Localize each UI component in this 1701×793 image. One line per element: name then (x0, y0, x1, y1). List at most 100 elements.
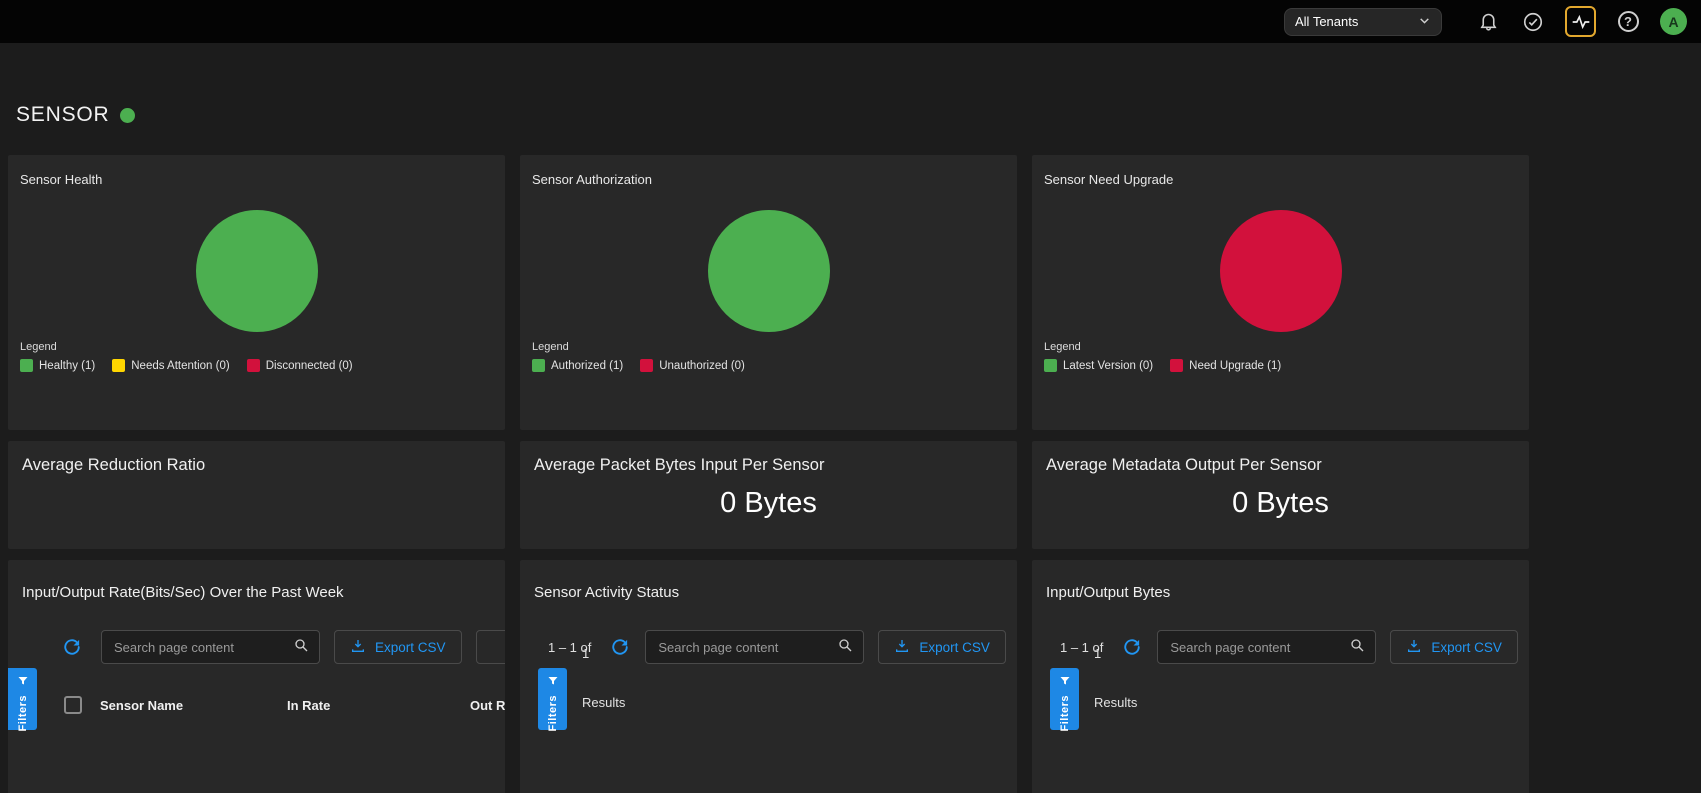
card-average-reduction-ratio: Average Reduction Ratio (8, 441, 505, 549)
app-screen: All Tenants A SENSOR Sensor Health (0, 0, 1701, 793)
card-title: Input/Output Rate(Bits/Sec) Over the Pas… (8, 560, 505, 601)
legend-item: Unauthorized (0) (640, 359, 745, 372)
filters-tab[interactable]: Filters (538, 668, 567, 730)
export-csv-label: Export CSV (919, 640, 990, 655)
search-box[interactable] (1157, 630, 1376, 664)
search-input[interactable] (1168, 639, 1349, 656)
filter-icon (547, 674, 559, 692)
filter-icon (1059, 674, 1071, 692)
legend-title: Legend (1044, 341, 1281, 353)
card-title: Sensor Need Upgrade (1032, 155, 1529, 187)
card-title: Average Reduction Ratio (8, 441, 505, 475)
card-title: Average Packet Bytes Input Per Sensor (520, 441, 1017, 475)
legend-label: Unauthorized (0) (659, 360, 745, 372)
legend-swatch (1170, 359, 1183, 372)
legend-label: Healthy (1) (39, 360, 95, 372)
export-csv-label: Export CSV (375, 640, 446, 655)
legend-item: Latest Version (0) (1044, 359, 1153, 372)
pie-chart[interactable] (1220, 210, 1342, 332)
legend-label: Authorized (1) (551, 360, 623, 372)
table-header: Sensor Name In Rate Out Rate (8, 696, 505, 716)
avatar[interactable]: A (1660, 8, 1687, 35)
legend-item: Need Upgrade (1) (1170, 359, 1281, 372)
metric-value: 0 Bytes (520, 487, 1017, 520)
card-sensor-need-upgrade: Sensor Need Upgrade Legend Latest Versio… (1032, 155, 1529, 430)
search-icon (1349, 637, 1365, 658)
status-dot (120, 108, 135, 123)
results-label: Results (1094, 695, 1137, 710)
card-io-bytes: Input/Output Bytes 1 – 1 of Export CSV (1032, 560, 1529, 793)
legend-item: Authorized (1) (532, 359, 623, 372)
tenant-selector-label: All Tenants (1295, 14, 1358, 29)
legend-swatch (112, 359, 125, 372)
filter-icon (17, 674, 29, 692)
export-csv-button[interactable]: Export CSV (334, 630, 462, 664)
table-toolbar: Export CSV (8, 630, 505, 664)
notifications-bell-icon[interactable] (1475, 9, 1501, 35)
search-icon (293, 637, 309, 658)
filters-label: Filters (547, 695, 559, 732)
card-average-metadata-output: Average Metadata Output Per Sensor 0 Byt… (1032, 441, 1529, 549)
search-input[interactable] (112, 639, 293, 656)
search-icon (837, 637, 853, 658)
card-title: Sensor Activity Status (520, 560, 1017, 601)
legend-swatch (1044, 359, 1057, 372)
card-sensor-health: Sensor Health Legend Healthy (1) Needs A… (8, 155, 505, 430)
filters-tab[interactable]: Filters (1050, 668, 1079, 730)
legend-swatch (532, 359, 545, 372)
tenant-selector[interactable]: All Tenants (1284, 8, 1442, 36)
legend-title: Legend (20, 341, 353, 353)
card-sensor-authorization: Sensor Authorization Legend Authorized (… (520, 155, 1017, 430)
results-label: Results (582, 695, 625, 710)
pie-chart[interactable] (196, 210, 318, 332)
download-icon (350, 638, 366, 657)
page-title: SENSOR (16, 103, 110, 127)
legend: Legend Authorized (1) Unauthorized (0) (532, 341, 745, 372)
filters-label: Filters (1059, 695, 1071, 732)
export-csv-button[interactable]: Export CSV (1390, 630, 1518, 664)
help-icon[interactable] (1615, 9, 1641, 35)
column-header-sensor-name[interactable]: Sensor Name (100, 698, 183, 713)
download-icon (1406, 638, 1422, 657)
legend-swatch (640, 359, 653, 372)
legend-swatch (20, 359, 33, 372)
page-header: SENSOR (16, 103, 1701, 127)
legend-label: Need Upgrade (1) (1189, 360, 1281, 372)
column-header-out-rate[interactable]: Out Rate (470, 698, 505, 713)
pie-chart[interactable] (708, 210, 830, 332)
legend-swatch (247, 359, 260, 372)
results-count: 1 (1094, 646, 1137, 661)
download-icon (894, 638, 910, 657)
sensor-activity-icon[interactable] (1565, 6, 1596, 37)
topbar: All Tenants A (0, 0, 1701, 43)
card-sensor-activity-status: Sensor Activity Status 1 – 1 of Export (520, 560, 1017, 793)
results-summary: 1 Results (582, 646, 625, 710)
card-average-packet-bytes: Average Packet Bytes Input Per Sensor 0 … (520, 441, 1017, 549)
results-count: 1 (582, 646, 625, 661)
search-box[interactable] (645, 630, 864, 664)
legend: Legend Latest Version (0) Need Upgrade (… (1044, 341, 1281, 372)
chevron-down-icon (1418, 14, 1431, 30)
dashboard-grid: Sensor Health Legend Healthy (1) Needs A… (8, 155, 1701, 793)
select-all-checkbox[interactable] (64, 696, 82, 714)
legend-item: Needs Attention (0) (112, 359, 229, 372)
legend: Legend Healthy (1) Needs Attention (0) D… (20, 341, 353, 372)
legend-item: Disconnected (0) (247, 359, 353, 372)
card-title: Sensor Health (8, 155, 505, 187)
clipped-button[interactable] (476, 630, 505, 664)
card-title: Average Metadata Output Per Sensor (1032, 441, 1529, 475)
column-header-in-rate[interactable]: In Rate (287, 698, 330, 713)
search-input[interactable] (656, 639, 837, 656)
tasks-check-circle-icon[interactable] (1520, 9, 1546, 35)
legend-label: Disconnected (0) (266, 360, 353, 372)
legend-label: Latest Version (0) (1063, 360, 1153, 372)
card-title: Sensor Authorization (520, 155, 1017, 187)
export-csv-label: Export CSV (1431, 640, 1502, 655)
refresh-icon[interactable] (63, 638, 81, 656)
legend-title: Legend (532, 341, 745, 353)
legend-item: Healthy (1) (20, 359, 95, 372)
metric-value: 0 Bytes (1032, 487, 1529, 520)
card-title: Input/Output Bytes (1032, 560, 1529, 601)
search-box[interactable] (101, 630, 320, 664)
export-csv-button[interactable]: Export CSV (878, 630, 1006, 664)
